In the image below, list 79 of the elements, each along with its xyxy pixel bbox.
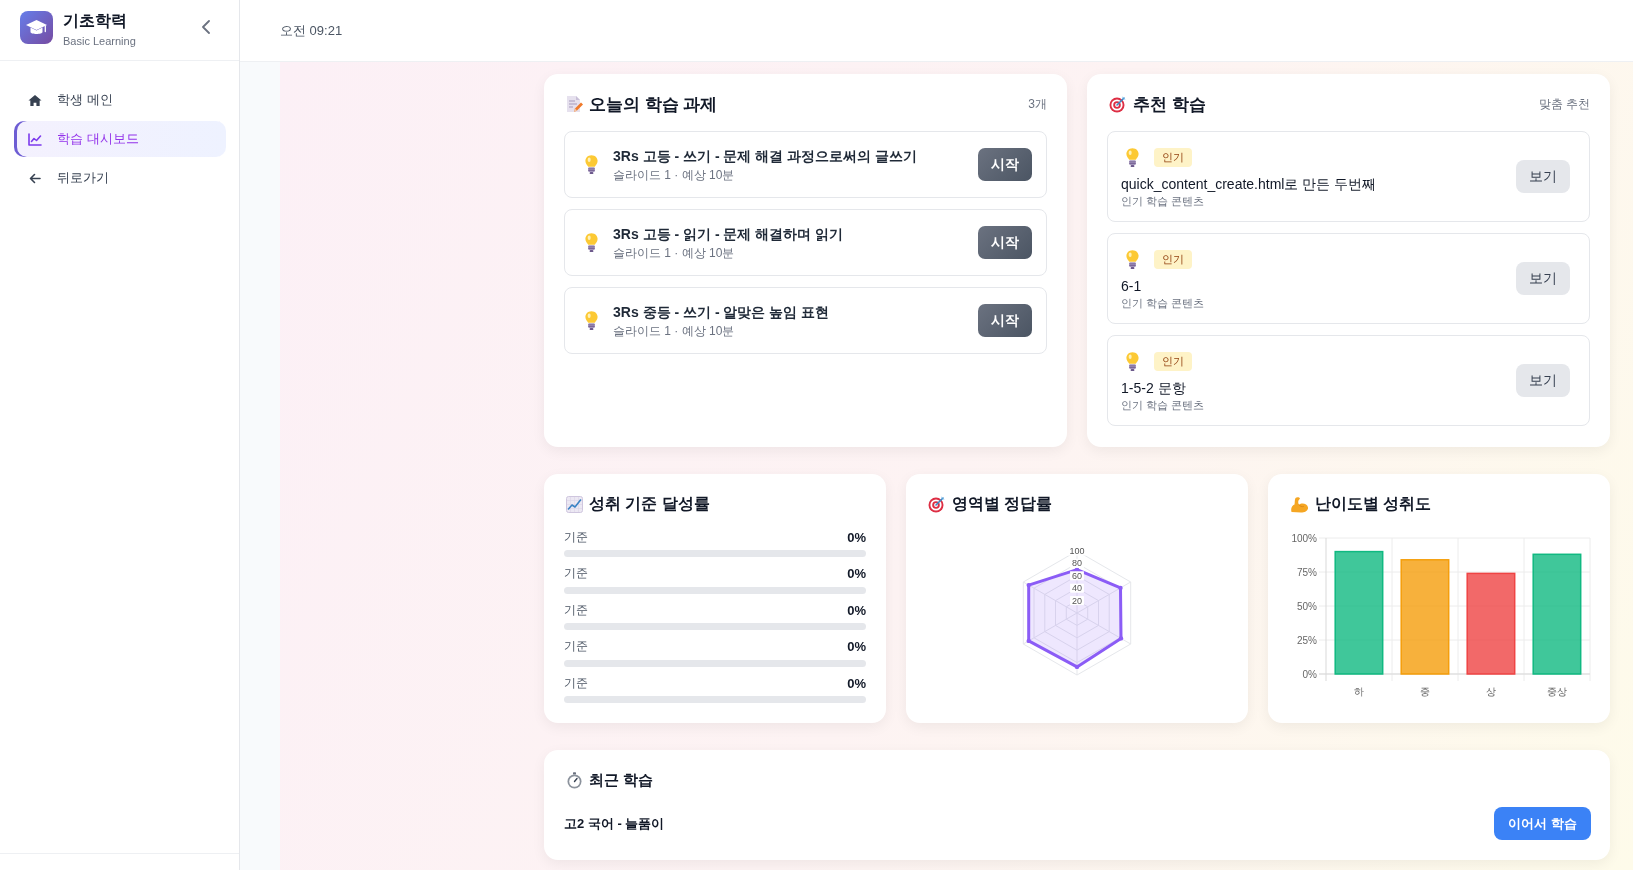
app-subtitle: Basic Learning	[63, 34, 136, 48]
task-count: 3개	[1028, 95, 1047, 113]
popular-badge: 인기	[1154, 249, 1192, 269]
panel-title: 영역별 정답률	[952, 493, 1053, 514]
scale-label: 60	[1072, 570, 1082, 581]
popular-badge: 인기	[1154, 351, 1192, 371]
panel-title: 추천 학습	[1133, 93, 1206, 116]
arrow-left-icon	[28, 172, 42, 184]
collapse-button[interactable]	[201, 20, 211, 34]
percent-value: 0%	[847, 529, 866, 545]
category-label: 상	[1486, 685, 1496, 697]
lightbulb-icon	[1125, 146, 1140, 168]
criterion-label: 기준	[564, 674, 588, 692]
content-description: 인기 학습 콘텐츠	[1121, 296, 1206, 310]
target-icon	[1109, 95, 1127, 113]
start-button[interactable]: 시작	[978, 148, 1032, 181]
popular-badge: 인기	[1154, 147, 1192, 167]
content-title: 1-5-2 문항	[1121, 379, 1187, 397]
app-title: 기초학력	[63, 11, 128, 31]
start-button[interactable]: 시작	[978, 304, 1032, 337]
percent-value: 0%	[847, 566, 866, 581]
line-chart-icon	[28, 132, 42, 146]
content-title: 6-1	[1121, 277, 1143, 295]
nav-item[interactable]: 학생 메인	[14, 82, 226, 118]
task-title: 3Rs 고등 - 읽기 - 문제 해결하며 읽기	[613, 224, 845, 243]
start-button[interactable]: 시작	[978, 226, 1032, 259]
lightbulb-icon	[584, 232, 599, 253]
nav-item[interactable]: 뒤로가기	[14, 160, 226, 196]
chevron-left-icon	[202, 20, 210, 34]
view-button[interactable]: 보기	[1516, 160, 1570, 193]
axis-tick-label: 100%	[1291, 532, 1317, 544]
scale-label: 20	[1072, 595, 1082, 606]
category-label: 하	[1354, 685, 1364, 697]
rising-chart-icon	[566, 495, 583, 513]
axis-tick-label: 25%	[1297, 634, 1317, 646]
home-icon	[28, 93, 42, 107]
stopwatch-icon	[566, 771, 583, 789]
criterion-label: 기준	[564, 565, 588, 582]
axis-tick-label: 75%	[1297, 566, 1317, 578]
flexed-arm-icon	[1290, 495, 1309, 513]
task-meta: 슬라이드 1 · 예상 10분	[613, 244, 736, 261]
panel-title: 최근 학습	[589, 770, 654, 790]
content-description: 인기 학습 콘텐츠	[1121, 398, 1206, 412]
task-meta: 슬라이드 1 · 예상 10분	[613, 322, 736, 339]
criterion-label: 기준	[564, 601, 588, 619]
lightbulb-icon	[584, 310, 599, 331]
task-title: 3Rs 중등 - 쓰기 - 알맞은 높임 표현	[613, 302, 831, 321]
axis-tick-label: 0%	[1302, 668, 1317, 680]
memo-pencil-icon	[566, 95, 583, 113]
percent-value: 0%	[847, 602, 866, 618]
task-meta: 슬라이드 1 · 예상 10분	[613, 166, 736, 183]
target-icon	[928, 495, 946, 513]
panel-title: 성취 기준 달성률	[589, 493, 710, 514]
category-label: 중상	[1547, 685, 1567, 697]
scale-label: 40	[1072, 583, 1082, 594]
category-label: 중	[1420, 685, 1430, 697]
current-time: 오전 09:21	[280, 21, 343, 40]
scale-label: 100	[1069, 546, 1085, 556]
percent-value: 0%	[847, 639, 866, 654]
graduation-cap-icon	[20, 11, 53, 44]
task-title: 3Rs 고등 - 쓰기 - 문제 해결 과정으로써의 글쓰기	[613, 146, 919, 165]
scale-label: 80	[1072, 558, 1082, 569]
axis-tick-label: 50%	[1297, 600, 1317, 612]
nav-item[interactable]: 학습 대시보드	[14, 121, 226, 157]
view-button[interactable]: 보기	[1516, 262, 1570, 295]
criterion-label: 기준	[564, 528, 588, 546]
panel-title: 오늘의 학습 과제	[589, 93, 718, 116]
recommendation-note: 맞춤 추천	[1538, 95, 1590, 113]
lightbulb-icon	[1125, 248, 1140, 270]
criterion-label: 기준	[564, 638, 588, 655]
lightbulb-icon	[584, 154, 599, 175]
recent-course-title: 고2 국어 - 늘품이	[564, 814, 665, 833]
panel-title: 난이도별 성취도	[1315, 493, 1432, 514]
continue-button[interactable]: 이어서 학습	[1494, 807, 1591, 840]
content-description: 인기 학습 콘텐츠	[1121, 194, 1206, 208]
percent-value: 0%	[847, 675, 866, 691]
lightbulb-icon	[1125, 350, 1140, 372]
view-button[interactable]: 보기	[1516, 364, 1570, 397]
content-title: quick_content_create.html로 만든 두번째	[1121, 175, 1378, 193]
